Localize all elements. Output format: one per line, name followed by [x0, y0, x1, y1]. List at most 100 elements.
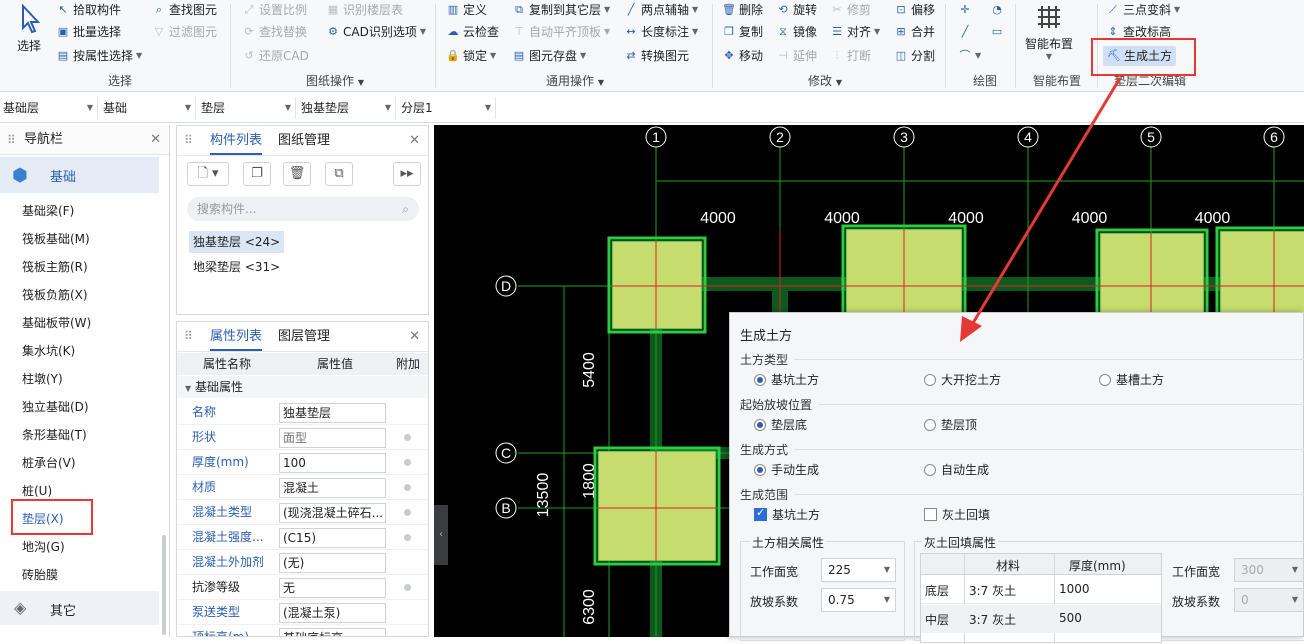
delete-button[interactable]: 🗑 删除 — [722, 0, 763, 20]
nav-item[interactable]: 集水坑(K) — [22, 341, 75, 361]
backfill-width-select[interactable]: 300 ▼ — [1234, 558, 1304, 582]
drag-handle-icon[interactable]: ⠿ — [7, 125, 16, 155]
sublayer-select[interactable]: 分层1 ▼ — [398, 97, 496, 119]
lock-button[interactable]: 🔒 锁定 ▼ — [446, 46, 496, 66]
checkbox-lime-backfill[interactable]: 灰土回填 — [924, 506, 990, 523]
draw-circle-button[interactable]: ◔ — [990, 0, 1004, 20]
nav-item[interactable]: 地沟(G) — [22, 537, 65, 557]
attach-checkbox[interactable] — [404, 534, 411, 541]
property-value[interactable]: 混凝土 — [279, 478, 386, 498]
property-row[interactable]: 名称 独基垫层 — [177, 400, 428, 425]
floor-select[interactable]: 基础层 ▼ — [0, 97, 98, 119]
nav-category-foundation[interactable]: ⬢ 基础 — [0, 157, 159, 193]
three-point-slope-button[interactable]: ⟋ 三点变斜 ▼ — [1106, 0, 1180, 20]
align-button[interactable]: ☰ 对齐 ▼ — [830, 22, 880, 42]
property-row[interactable]: 泵送类型 (混凝土泵) — [177, 600, 428, 625]
nav-scrollbar[interactable] — [162, 535, 166, 635]
draw-rect-button[interactable]: ▭ — [990, 22, 1004, 42]
batch-select-button[interactable]: ▣ 批量选择 — [56, 22, 121, 42]
radio-open-excavation[interactable]: 大开挖土方 — [924, 371, 1001, 388]
property-value[interactable]: (C15) — [279, 528, 386, 548]
property-value[interactable]: 面型 — [279, 428, 386, 448]
close-icon[interactable]: ✕ — [409, 329, 420, 344]
radio-manual-generate[interactable]: 手动生成 — [754, 461, 819, 478]
nav-item[interactable]: 筏板主筋(R) — [22, 257, 88, 277]
property-row[interactable]: 材质 混凝土 — [177, 475, 428, 500]
work-width-select[interactable]: 225 ▼ — [821, 558, 896, 582]
property-value[interactable]: 100 — [279, 453, 386, 473]
mirror-button[interactable]: ⧖ 镜像 — [776, 22, 817, 42]
property-value[interactable]: (无) — [279, 553, 386, 573]
cloud-check-button[interactable]: ☁ 云检查 — [446, 22, 500, 42]
attach-checkbox[interactable] — [404, 459, 411, 466]
length-dim-button[interactable]: ↔ 长度标注 ▼ — [624, 22, 698, 42]
table-row[interactable]: 中层 3:7 灰土 500 — [921, 605, 1161, 633]
property-value[interactable]: (现浇混凝土碎石... — [279, 503, 386, 523]
list-item-selected[interactable]: 独基垫层 <24> — [189, 231, 285, 253]
nav-item[interactable]: 桩(U) — [22, 481, 52, 501]
draw-line-button[interactable]: ╱ — [958, 22, 972, 42]
pick-component-button[interactable]: ↖ 拾取构件 — [56, 0, 121, 20]
break-button[interactable]: ⫶ 打断 — [830, 46, 871, 66]
group-modify-label[interactable]: 修改 ▼ — [790, 72, 860, 88]
draw-point-button[interactable]: ✛ — [958, 0, 972, 20]
close-icon[interactable]: ✕ — [409, 133, 420, 148]
property-value[interactable]: 独基垫层 — [279, 403, 386, 423]
draw-arc-button[interactable]: ⌒ ▼ — [958, 46, 982, 66]
tab-property-list[interactable]: 属性列表 — [210, 322, 263, 351]
cad-options-button[interactable]: ⚙ CAD识别选项 ▼ — [326, 22, 426, 42]
nav-item[interactable]: 桩承台(V) — [22, 453, 76, 473]
radio-auto-generate[interactable]: 自动生成 — [924, 461, 989, 478]
checkbox-pit-earthwork[interactable]: 基坑土方 — [754, 506, 820, 523]
find-replace-button[interactable]: ⟳ 查找替换 — [242, 22, 307, 42]
radio-cushion-bottom[interactable]: 垫层底 — [754, 416, 807, 433]
attr-select-button[interactable]: ▤ 按属性选择 ▼ — [56, 46, 142, 66]
property-row[interactable]: 混凝土强度... (C15) — [177, 525, 428, 550]
smart-layout-button[interactable]: 智能布置 ▼ — [1022, 2, 1076, 66]
set-scale-button[interactable]: ⤢ 设置比例 — [242, 0, 307, 20]
property-value[interactable]: 无 — [279, 578, 386, 598]
more-button[interactable]: ▸▸ — [393, 162, 421, 186]
property-row[interactable]: 抗渗等级 无 — [177, 575, 428, 600]
property-value[interactable]: (混凝土泵) — [279, 603, 386, 623]
extend-button[interactable]: ⊣ 延伸 — [776, 46, 817, 66]
backfill-slope-select[interactable]: 0 ▼ — [1234, 588, 1304, 612]
close-icon[interactable]: ✕ — [150, 125, 161, 155]
identify-floor-table-button[interactable]: ▦ 识别楼层表 — [326, 0, 403, 20]
property-row[interactable]: 顶标高(m) 基础底标高 — [177, 625, 428, 636]
nav-item[interactable]: 基础板带(W) — [22, 313, 91, 333]
radio-cushion-top[interactable]: 垫层顶 — [924, 416, 977, 433]
property-row[interactable]: 混凝土类型 (现浇混凝土碎石... — [177, 500, 428, 525]
drag-handle-icon[interactable]: ⠿ — [184, 329, 193, 343]
filter-element-button[interactable]: ▽ 过滤图元 — [152, 22, 217, 42]
nav-item[interactable]: 条形基础(T) — [22, 425, 87, 445]
copy-to-layer-button[interactable]: ⧉ 复制到其它层 ▼ — [512, 0, 610, 20]
nav-category-other[interactable]: ◈ 其它 — [0, 591, 159, 625]
nav-item[interactable]: 基础梁(F) — [22, 201, 74, 221]
table-row[interactable]: 底层 3:7 灰土 1000 — [921, 576, 1161, 604]
split-button[interactable]: ◫ 分割 — [894, 46, 935, 66]
save-element-button[interactable]: ▤ 图元存盘 ▼ — [512, 46, 586, 66]
duplicate-component-button[interactable]: ⧉ — [325, 162, 353, 186]
copy-button[interactable]: ❐ 复制 — [722, 22, 763, 42]
property-row[interactable]: 混凝土外加剂 (无) — [177, 550, 428, 575]
collapse-handle[interactable]: ‹ — [434, 505, 448, 565]
group-drawing-ops-label[interactable]: 图纸操作 ▼ — [290, 72, 380, 88]
restore-cad-button[interactable]: ↺ 还原CAD — [242, 46, 308, 66]
radio-pit-earthwork[interactable]: 基坑土方 — [754, 371, 819, 388]
convert-element-button[interactable]: ⇄ 转换图元 — [624, 46, 689, 66]
search-input[interactable]: 搜索构件... ⌕ — [187, 197, 419, 221]
rotate-button[interactable]: ⟲ 旋转 — [776, 0, 817, 20]
list-item[interactable]: 地梁垫层 <31> — [189, 256, 284, 278]
attach-checkbox[interactable] — [404, 584, 411, 591]
select-button[interactable]: 选择 — [8, 2, 50, 62]
type-select[interactable]: 垫层 ▼ — [198, 97, 296, 119]
tab-layer-management[interactable]: 图层管理 — [278, 322, 330, 351]
attach-checkbox[interactable] — [404, 434, 411, 441]
nav-item[interactable]: 砖胎膜 — [22, 565, 58, 585]
offset-button[interactable]: ⊡ 偏移 — [894, 0, 935, 20]
component-select[interactable]: 独基垫层 ▼ — [298, 97, 396, 119]
slope-factor-select[interactable]: 0.75 ▼ — [821, 588, 896, 612]
category-select[interactable]: 基础 ▼ — [100, 97, 196, 119]
find-element-button[interactable]: ⌕ 查找图元 — [152, 0, 217, 20]
